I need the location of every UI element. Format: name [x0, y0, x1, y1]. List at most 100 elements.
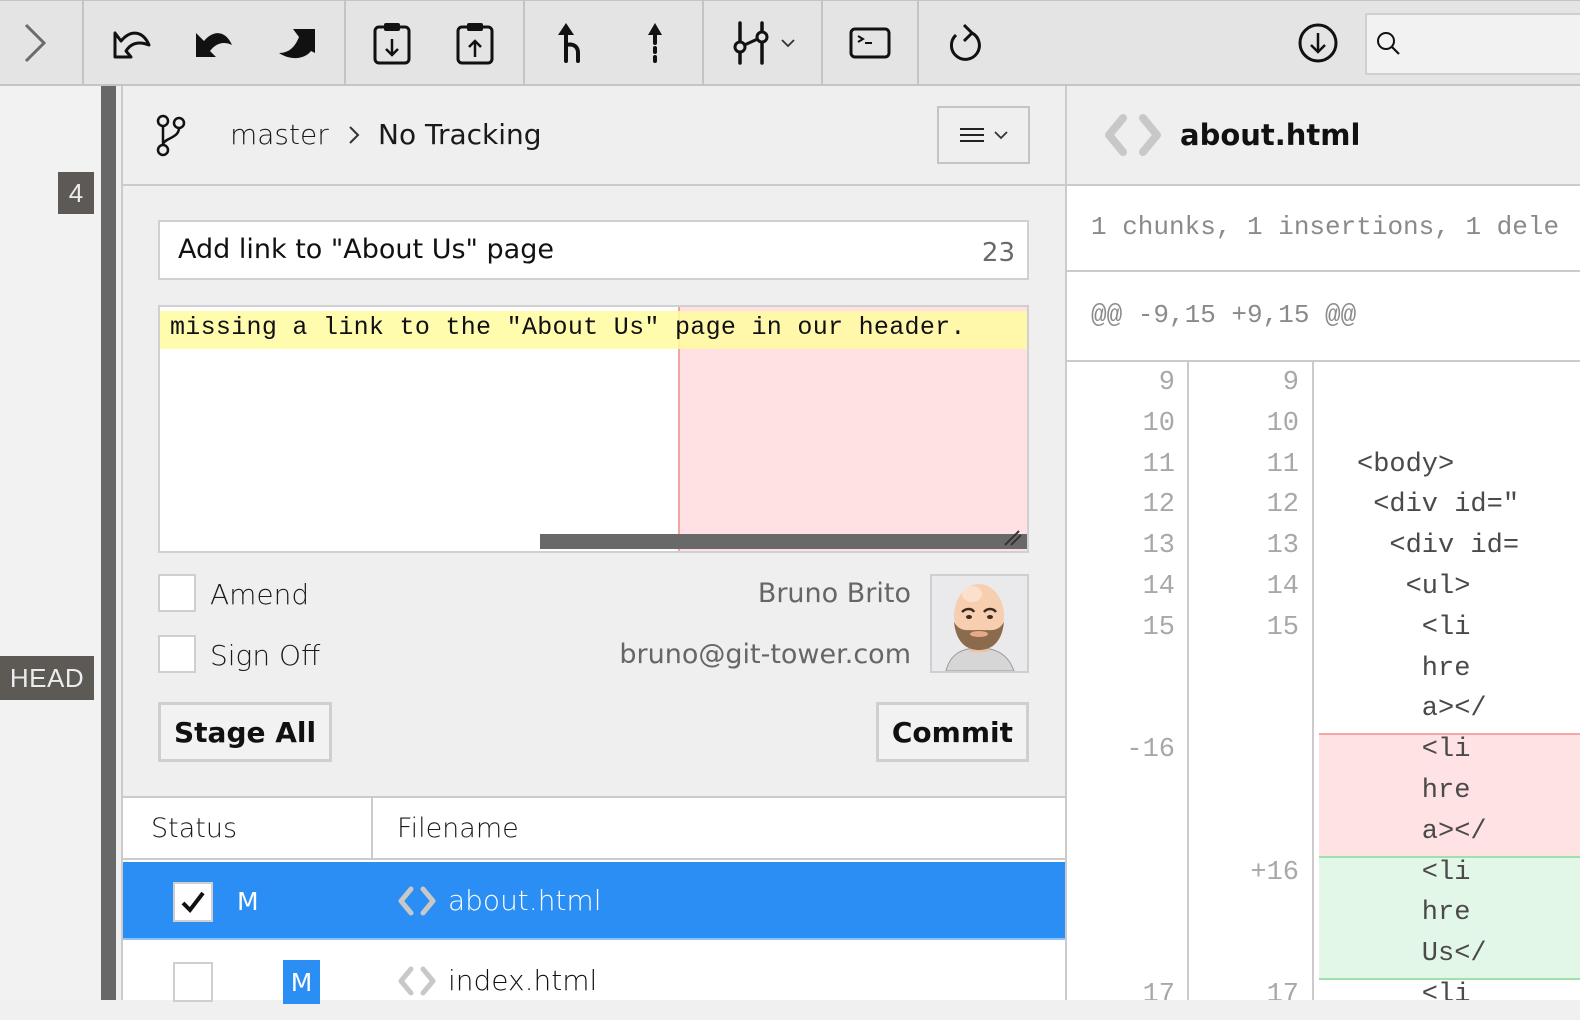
toolbar-separator	[821, 1, 823, 85]
commit-subject-text: Add link to "About Us" page	[178, 234, 554, 265]
undo-outline-icon	[113, 31, 151, 59]
clipboard-up-icon	[456, 23, 494, 65]
file-row[interactable]: M about.html	[123, 862, 1065, 940]
diff-line-context[interactable]: 12 12 <div id="	[1067, 490, 1580, 531]
commit-button[interactable]: Commit	[875, 702, 1029, 762]
diff-line-context[interactable]: 17 17 <li	[1067, 980, 1580, 1000]
diff-file-title: about.html	[1180, 118, 1361, 152]
avatar-illustration	[945, 584, 1015, 671]
code-text: <div id=	[1357, 531, 1520, 562]
horizontal-scrollbar[interactable]	[540, 534, 1027, 549]
diff-line-context[interactable]: 14 14 <ul>	[1067, 572, 1580, 613]
diff-line-deletion[interactable]: hre	[1067, 776, 1580, 817]
old-line-number: 15	[1142, 612, 1175, 643]
toolbar-separator	[344, 1, 346, 85]
clipboard-down-icon	[373, 23, 411, 65]
pop-stash-button[interactable]	[449, 17, 501, 69]
old-line-number: 14	[1142, 572, 1175, 602]
diff-line-context[interactable]: 13 13 <div id=	[1067, 531, 1580, 572]
code-text: <li	[1357, 857, 1471, 888]
diff-line-addition[interactable]: +16 <li	[1067, 858, 1580, 899]
diff-panel: about.html 1 chunks, 1 insertions, 1 del…	[1065, 86, 1580, 1000]
toolbar-separator	[702, 1, 704, 85]
commit-panel: master No Tracking Add link to "About Us…	[123, 86, 1065, 1004]
commit-body-text: missing a link to the "About Us" page in…	[170, 313, 966, 342]
file-list: Status Filename M about.html M index.htm…	[123, 796, 1065, 1004]
code-file-icon	[1105, 114, 1161, 156]
diff-line-addition[interactable]: hre	[1067, 898, 1580, 939]
diff-line-addition[interactable]: Us</	[1067, 939, 1580, 980]
refresh-button[interactable]	[940, 17, 992, 69]
commit-body-textarea[interactable]: missing a link to the "About Us" page in…	[158, 305, 1029, 553]
hunk-header-text: @@ -9,15 +9,15 @@	[1091, 300, 1357, 330]
column-header-filename[interactable]: Filename	[373, 798, 1065, 860]
diff-line-context[interactable]: 15 15 <li	[1067, 613, 1580, 654]
gutter-divider	[1187, 362, 1189, 1000]
code-text: a></	[1357, 816, 1487, 847]
subject-char-counter: 23	[981, 238, 1015, 268]
commit-subject-input[interactable]: Add link to "About Us" page 23	[158, 220, 1029, 280]
history-strip	[0, 86, 100, 1000]
toggle-sidebar-button[interactable]	[9, 17, 61, 69]
file-row[interactable]: M index.html	[123, 942, 1065, 1020]
code-text: <li	[1357, 735, 1471, 766]
diff-line-context[interactable]: 10 10	[1067, 409, 1580, 450]
old-line-number: -16	[1126, 735, 1175, 766]
gutter-divider	[1312, 362, 1314, 1000]
signoff-checkbox[interactable]	[158, 635, 196, 673]
branch-header: master No Tracking	[123, 86, 1065, 186]
new-line-number: 9	[1282, 368, 1299, 398]
download-button[interactable]	[1292, 17, 1344, 69]
amend-checkbox[interactable]	[158, 574, 196, 612]
arrow-forward-filled-icon	[279, 29, 315, 59]
toolbar-separator	[82, 1, 84, 85]
diff-line-deletion[interactable]: a></	[1067, 817, 1580, 858]
avatar	[930, 574, 1029, 673]
stage-checkbox[interactable]	[173, 882, 213, 922]
stage-checkbox[interactable]	[173, 962, 213, 1002]
code-text: hre	[1357, 898, 1471, 929]
diff-line-deletion[interactable]: -16 <li	[1067, 735, 1580, 776]
checkmark-icon	[181, 891, 205, 914]
undo-button[interactable]	[105, 17, 157, 69]
code-text: a></	[1357, 694, 1487, 725]
code-text: hre	[1357, 776, 1471, 806]
code-text: <li	[1357, 980, 1471, 1000]
diff-header: about.html	[1067, 86, 1580, 186]
search-box[interactable]	[1365, 13, 1580, 75]
terminal-button[interactable]	[844, 17, 896, 69]
new-line-number: +16	[1250, 857, 1299, 888]
diff-line-context[interactable]: 11 11 <body>	[1067, 450, 1580, 491]
code-file-icon	[398, 966, 436, 996]
tracking-branch-label[interactable]: No Tracking	[378, 118, 542, 151]
code-text: <ul>	[1357, 572, 1471, 602]
new-line-number: 12	[1266, 490, 1299, 521]
column-header-status[interactable]: Status	[123, 798, 373, 860]
diff-stats: 1 chunks, 1 insertions, 1 dele	[1067, 186, 1580, 272]
git-flow-button[interactable]	[728, 17, 800, 69]
dashed-arrow-up-icon	[648, 23, 662, 63]
push-dashed-button[interactable]	[629, 17, 681, 69]
code-text: <li	[1357, 612, 1471, 643]
code-text: <div id="	[1357, 490, 1520, 521]
diff-line-context[interactable]: hre	[1067, 654, 1580, 695]
new-line-number: 13	[1266, 531, 1299, 562]
resize-grip-icon[interactable]	[1003, 529, 1023, 547]
code-text: <body>	[1357, 449, 1455, 480]
panel-resize-handle[interactable]	[101, 86, 116, 1000]
branch-name[interactable]: master	[230, 118, 329, 151]
pull-button[interactable]	[545, 17, 597, 69]
old-line-number: 13	[1142, 531, 1175, 562]
stage-all-button[interactable]: Stage All	[158, 702, 333, 762]
push-button[interactable]	[271, 17, 323, 69]
author-name: Bruno Brito	[757, 578, 911, 609]
author-email: bruno@git-tower.com	[619, 639, 911, 670]
search-input[interactable]	[1411, 23, 1571, 65]
diff-line-context[interactable]: a></	[1067, 694, 1580, 735]
hunk-header[interactable]: @@ -9,15 +9,15 @@	[1067, 272, 1580, 362]
diff-line-context[interactable]: 99	[1067, 368, 1580, 409]
fetch-button[interactable]	[188, 17, 240, 69]
commit-options-menu-button[interactable]	[937, 106, 1030, 164]
stash-button[interactable]	[366, 17, 418, 69]
chevron-right-icon	[24, 23, 47, 63]
